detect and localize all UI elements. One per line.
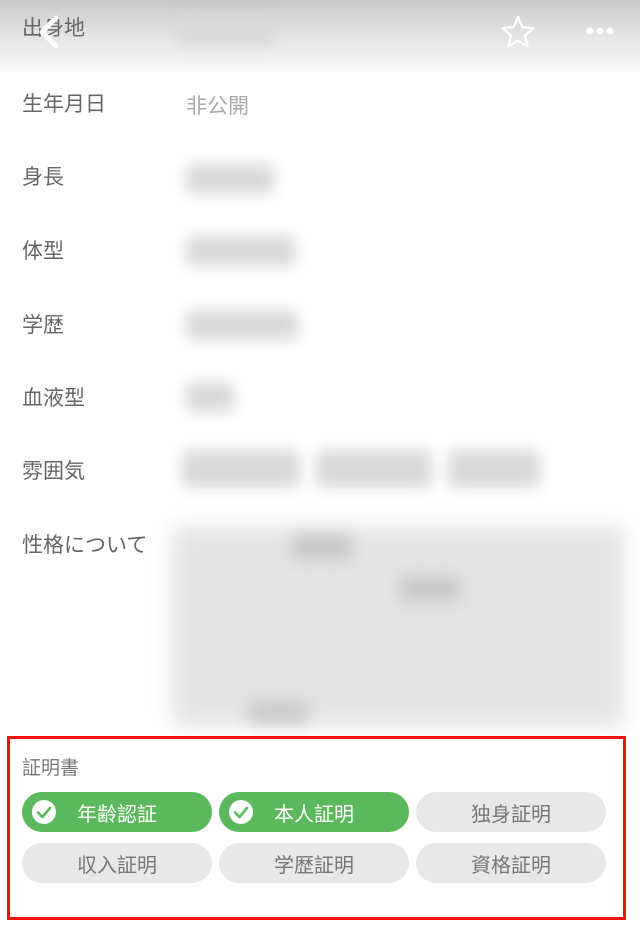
cert-education[interactable]: 学歴証明	[219, 843, 409, 883]
atmosphere-tag-blurred	[448, 450, 540, 488]
birthplace-value-blurred	[178, 18, 272, 46]
birthday-label: 生年月日	[22, 92, 106, 116]
atmosphere-tag-blurred	[182, 450, 300, 488]
education-value-blurred	[186, 310, 298, 340]
personality-text-blurred	[292, 534, 352, 560]
certificates-title: 証明書	[22, 757, 80, 779]
cert-label: 年齢認証	[77, 801, 157, 826]
atmosphere-tag-blurred	[316, 450, 432, 488]
cert-label: 本人証明	[274, 801, 354, 826]
blood-type-label: 血液型	[22, 386, 85, 410]
atmosphere-label: 雰囲気	[22, 459, 85, 483]
top-nav-bar: 出身地	[0, 0, 640, 72]
personality-text-blurred	[172, 526, 624, 726]
birthday-value: 非公開	[186, 94, 249, 118]
certificates-section: 証明書 年齢認証 本人証明 独身証明 収入証明 学歴証明 資格証明	[7, 736, 626, 920]
body-type-value-blurred	[186, 236, 296, 266]
cert-identity-verification[interactable]: 本人証明	[219, 792, 409, 832]
check-icon	[229, 800, 253, 824]
star-icon[interactable]	[500, 14, 536, 50]
blood-type-value-blurred	[186, 382, 234, 412]
cert-label: 独身証明	[471, 801, 551, 826]
cert-label: 資格証明	[471, 852, 551, 877]
cert-label: 収入証明	[77, 852, 157, 877]
cert-age-verification[interactable]: 年齢認証	[22, 792, 212, 832]
body-type-label: 体型	[22, 239, 64, 263]
cert-label: 学歴証明	[274, 852, 354, 877]
height-label: 身長	[22, 165, 64, 189]
cert-income[interactable]: 収入証明	[22, 843, 212, 883]
cert-single-status[interactable]: 独身証明	[416, 792, 606, 832]
personality-text-blurred	[248, 700, 308, 724]
height-value-blurred	[186, 164, 274, 194]
back-icon[interactable]	[32, 12, 68, 52]
personality-text-blurred	[400, 576, 460, 602]
personality-label: 性格について	[22, 533, 148, 557]
check-icon	[32, 800, 56, 824]
cert-qualification[interactable]: 資格証明	[416, 843, 606, 883]
more-icon[interactable]	[582, 16, 622, 46]
education-label: 学歴	[22, 313, 64, 337]
